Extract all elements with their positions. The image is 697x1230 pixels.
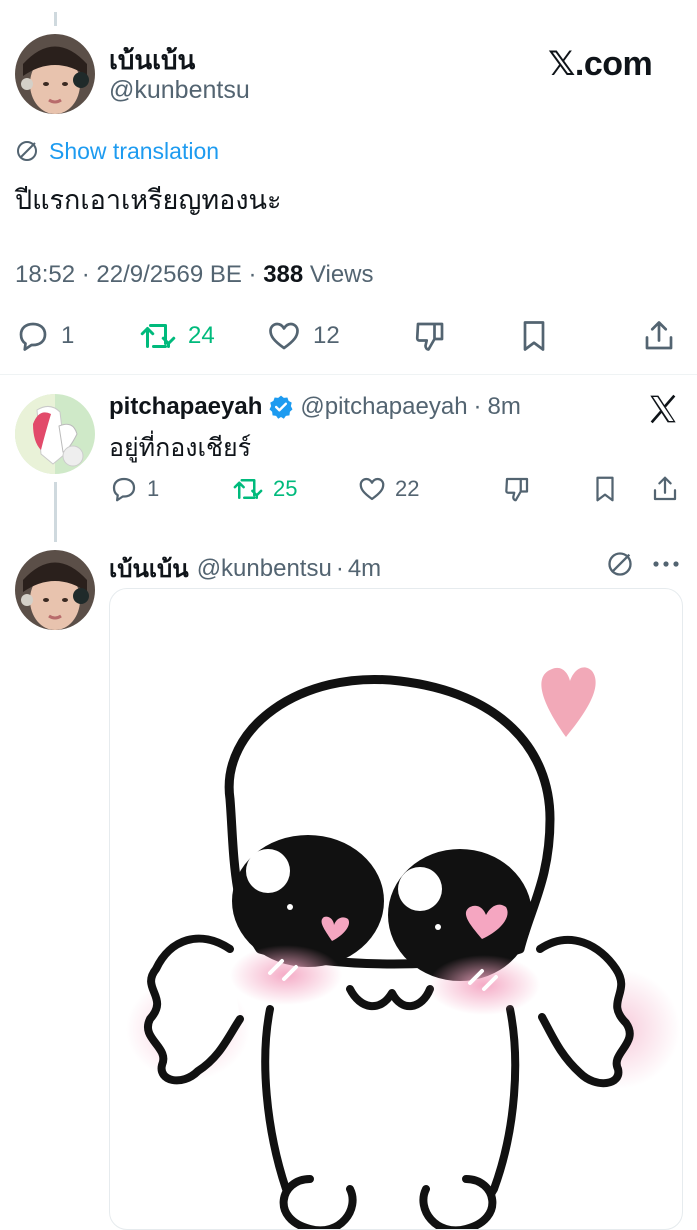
x-logo-icon: [647, 393, 679, 425]
bookmark-button[interactable]: [590, 474, 620, 504]
tweet-time[interactable]: 8m: [488, 393, 521, 421]
tweet-time[interactable]: 4m: [348, 555, 381, 583]
retweet-icon: [138, 318, 178, 354]
like-button[interactable]: 22: [357, 474, 419, 504]
reply-button[interactable]: 1: [15, 318, 74, 354]
tweet-text: ปีแรกเอาเหรียญทองนะ: [15, 185, 282, 215]
tweet-time: 18:52: [15, 261, 76, 288]
display-name[interactable]: เบ้นเบ้น: [109, 549, 189, 588]
divider: [0, 374, 697, 375]
meta-separator: ·: [81, 261, 97, 288]
third-header: เบ้นเบ้น @kunbentsu · 4m: [109, 549, 381, 588]
retweet-count: 24: [188, 322, 215, 349]
meta-separator: ·: [335, 554, 344, 582]
avatar[interactable]: [15, 34, 95, 114]
like-count: 12: [313, 322, 340, 349]
reply-icon: [15, 318, 51, 354]
thread-line-top: [54, 12, 57, 26]
display-name[interactable]: เบ้นเบ้น: [109, 40, 195, 81]
meta-separator: ·: [473, 393, 482, 420]
dislike-button[interactable]: [412, 318, 448, 354]
reply-header: pitchapaeyah @pitchapaeyah · 8m: [109, 393, 521, 421]
media-image[interactable]: [109, 588, 683, 1230]
reply-icon: [109, 474, 139, 504]
like-icon: [265, 318, 303, 354]
views-count[interactable]: 388: [263, 261, 303, 288]
verified-icon: [268, 394, 294, 420]
bookmark-button[interactable]: [516, 318, 552, 354]
views-label: Views: [309, 261, 374, 288]
share-button[interactable]: [641, 318, 677, 354]
reply-button[interactable]: 1: [109, 474, 159, 504]
dislike-button[interactable]: [502, 474, 532, 504]
reply-count: 1: [61, 322, 75, 349]
thread-line: [54, 482, 57, 542]
retweet-button[interactable]: 24: [138, 318, 215, 354]
like-icon: [357, 474, 387, 504]
brand-label: 𝕏.com: [548, 45, 653, 83]
retweet-icon: [231, 474, 265, 504]
share-button[interactable]: [650, 474, 680, 504]
handle[interactable]: @pitchapaeyah: [300, 393, 467, 421]
avatar[interactable]: [15, 550, 95, 630]
display-name[interactable]: pitchapaeyah: [109, 393, 262, 421]
translate-icon[interactable]: [15, 139, 39, 163]
meta-separator: ·: [248, 261, 264, 288]
more-icon[interactable]: [651, 552, 681, 576]
retweet-count: 25: [273, 476, 298, 501]
like-count: 22: [395, 476, 420, 501]
tweet-date: 22/9/2569 BE: [96, 261, 242, 288]
handle[interactable]: @kunbentsu: [109, 76, 250, 105]
tweet-meta: 18:52 · 22/9/2569 BE · 388 Views: [15, 261, 374, 289]
translate-icon[interactable]: [606, 550, 634, 578]
tweet-text: อยู่ที่กองเชียร์: [109, 434, 252, 462]
avatar[interactable]: [15, 394, 95, 474]
reply-count: 1: [147, 476, 160, 501]
like-button[interactable]: 12: [265, 318, 340, 354]
handle[interactable]: @kunbentsu: [197, 555, 332, 583]
retweet-button[interactable]: 25: [231, 474, 297, 504]
show-translation-link[interactable]: Show translation: [49, 138, 219, 165]
